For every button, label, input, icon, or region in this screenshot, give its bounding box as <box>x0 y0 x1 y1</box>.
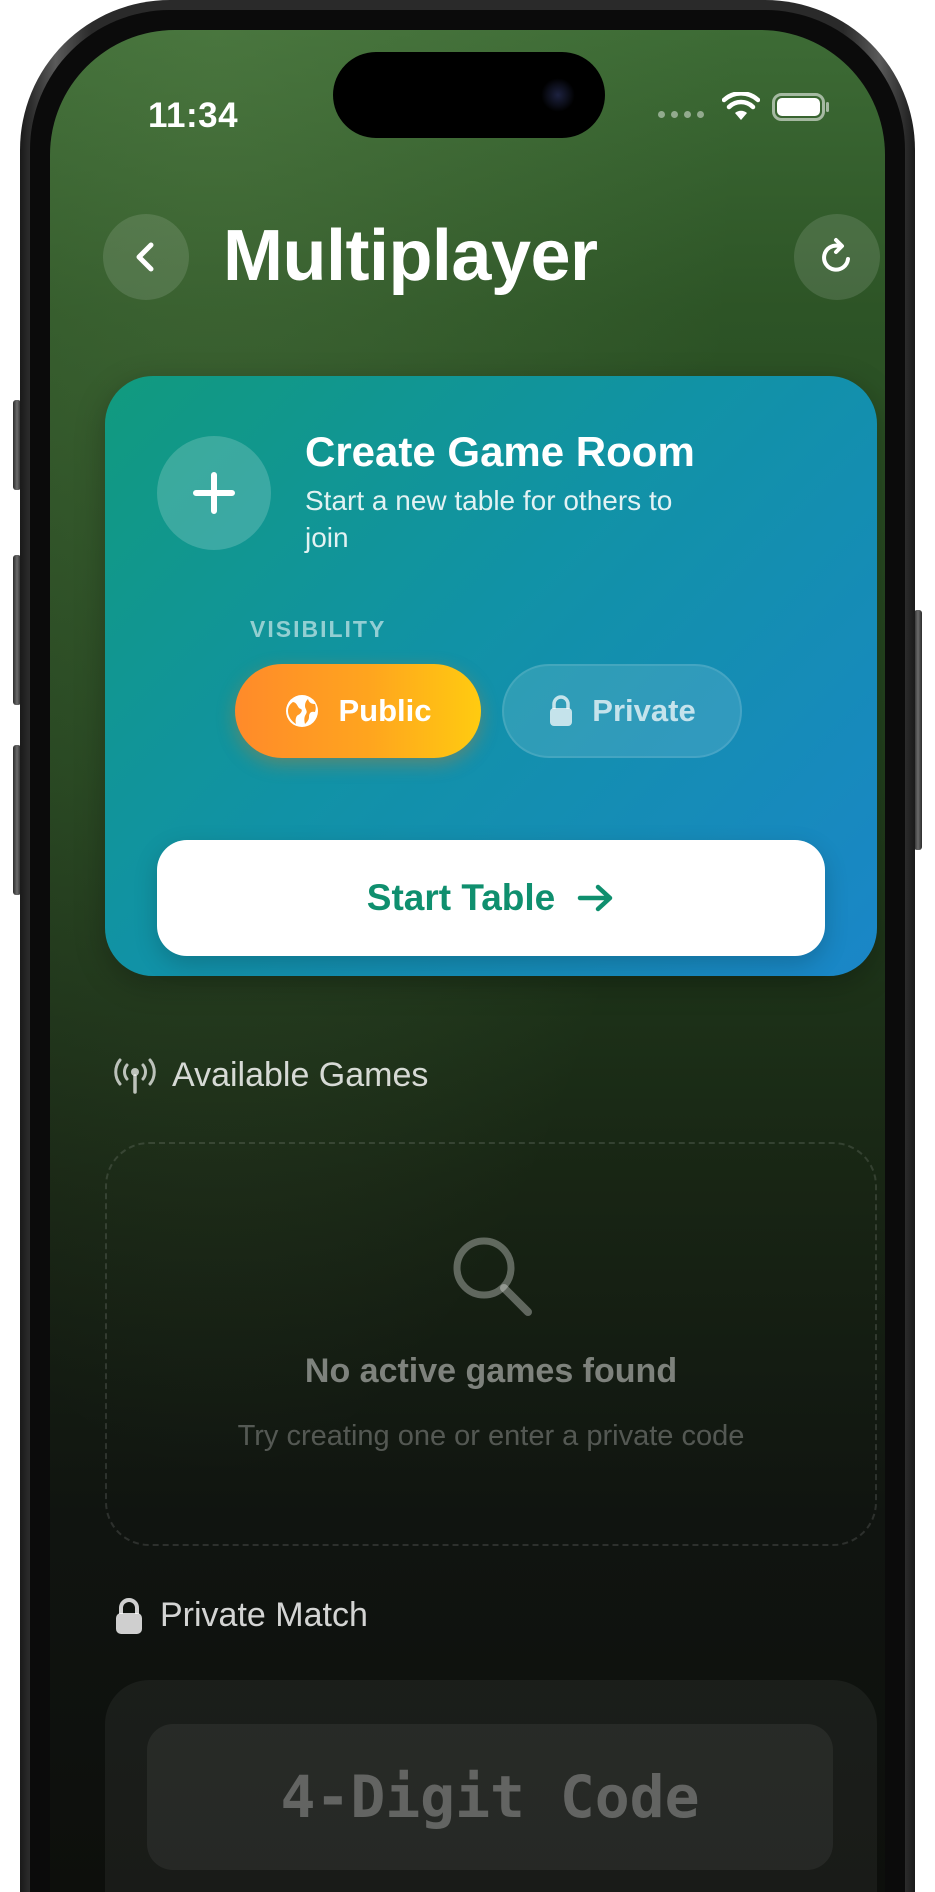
dynamic-island <box>333 52 605 138</box>
broadcast-icon <box>114 1058 156 1094</box>
create-room-card: Create Game Room Start a new table for o… <box>105 376 877 976</box>
battery-icon <box>772 93 829 121</box>
available-games-empty-state: No active games found Try creating one o… <box>105 1142 877 1546</box>
private-match-label: Private Match <box>160 1596 368 1634</box>
refresh-button[interactable] <box>794 214 880 300</box>
create-room-subtitle: Start a new table for others to join <box>305 485 673 553</box>
visibility-label: VISIBILITY <box>250 616 387 642</box>
refresh-icon <box>822 238 850 272</box>
private-code-input[interactable] <box>147 1724 833 1870</box>
visibility-private-label: Private <box>592 693 696 728</box>
visibility-public-label: Public <box>338 693 432 728</box>
front-camera-icon <box>541 78 575 112</box>
search-icon <box>453 1237 532 1316</box>
empty-state-subtitle: Try creating one or enter a private code <box>237 1420 745 1452</box>
page-title: Multiplayer <box>223 216 598 296</box>
start-table-button[interactable]: Start Table <box>157 840 825 956</box>
wifi-icon <box>722 92 760 120</box>
back-button[interactable] <box>103 214 189 300</box>
create-room-title: Create Game Room <box>305 428 695 475</box>
available-games-label: Available Games <box>172 1056 429 1094</box>
plus-icon <box>193 472 235 514</box>
visibility-public-option[interactable]: Public <box>235 664 481 758</box>
private-match-heading: Private Match <box>114 1596 368 1635</box>
status-indicators <box>658 92 830 122</box>
visibility-private-option[interactable]: Private <box>502 664 742 758</box>
start-table-label: Start Table <box>366 877 556 918</box>
lock-icon <box>550 695 573 726</box>
chevron-left-icon <box>136 242 154 272</box>
available-games-heading: Available Games <box>114 1056 428 1095</box>
arrow-right-icon <box>577 884 613 912</box>
power-button <box>914 610 922 850</box>
globe-icon <box>286 695 319 727</box>
cellular-signal-icon <box>658 110 704 118</box>
create-room-icon-badge <box>157 436 271 550</box>
empty-state-title: No active games found <box>304 1352 678 1390</box>
lock-icon <box>116 1597 142 1634</box>
screen: 11:34 Multiplayer Create Game Room Start… <box>50 30 885 1892</box>
private-match-card <box>105 1680 877 1892</box>
status-time: 11:34 <box>148 96 239 135</box>
